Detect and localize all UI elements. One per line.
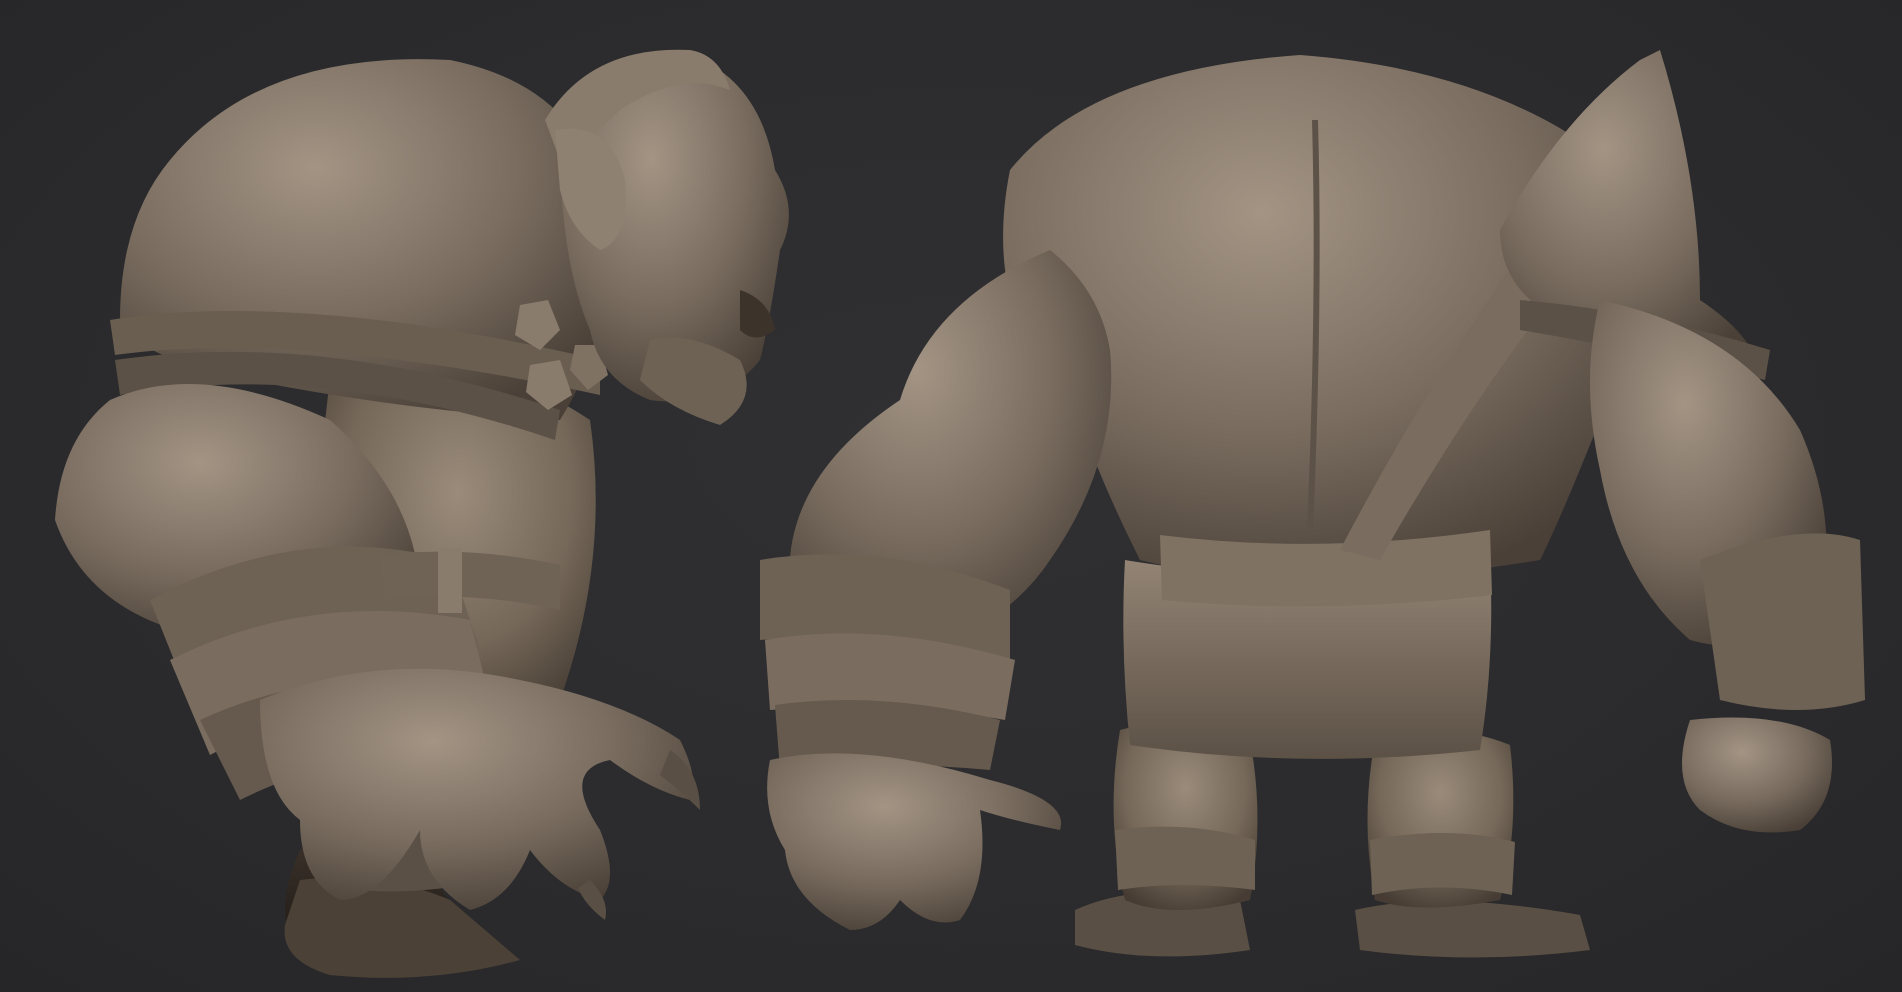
side-belt-loop [438,548,462,613]
back-left-hand [767,753,1062,930]
back-right-wrap [1700,533,1865,710]
back-foot-right [1355,901,1590,958]
back-boot-wrap-left [1115,826,1255,890]
sculpt-back-view [760,50,1865,958]
side-hand [260,668,694,910]
sculpt-viewport[interactable] [0,0,1902,992]
back-boot-wrap-right [1370,832,1515,895]
back-right-fist [1682,717,1832,833]
sculpt-canvas [55,49,1865,978]
sculpt-side-view [55,49,789,978]
